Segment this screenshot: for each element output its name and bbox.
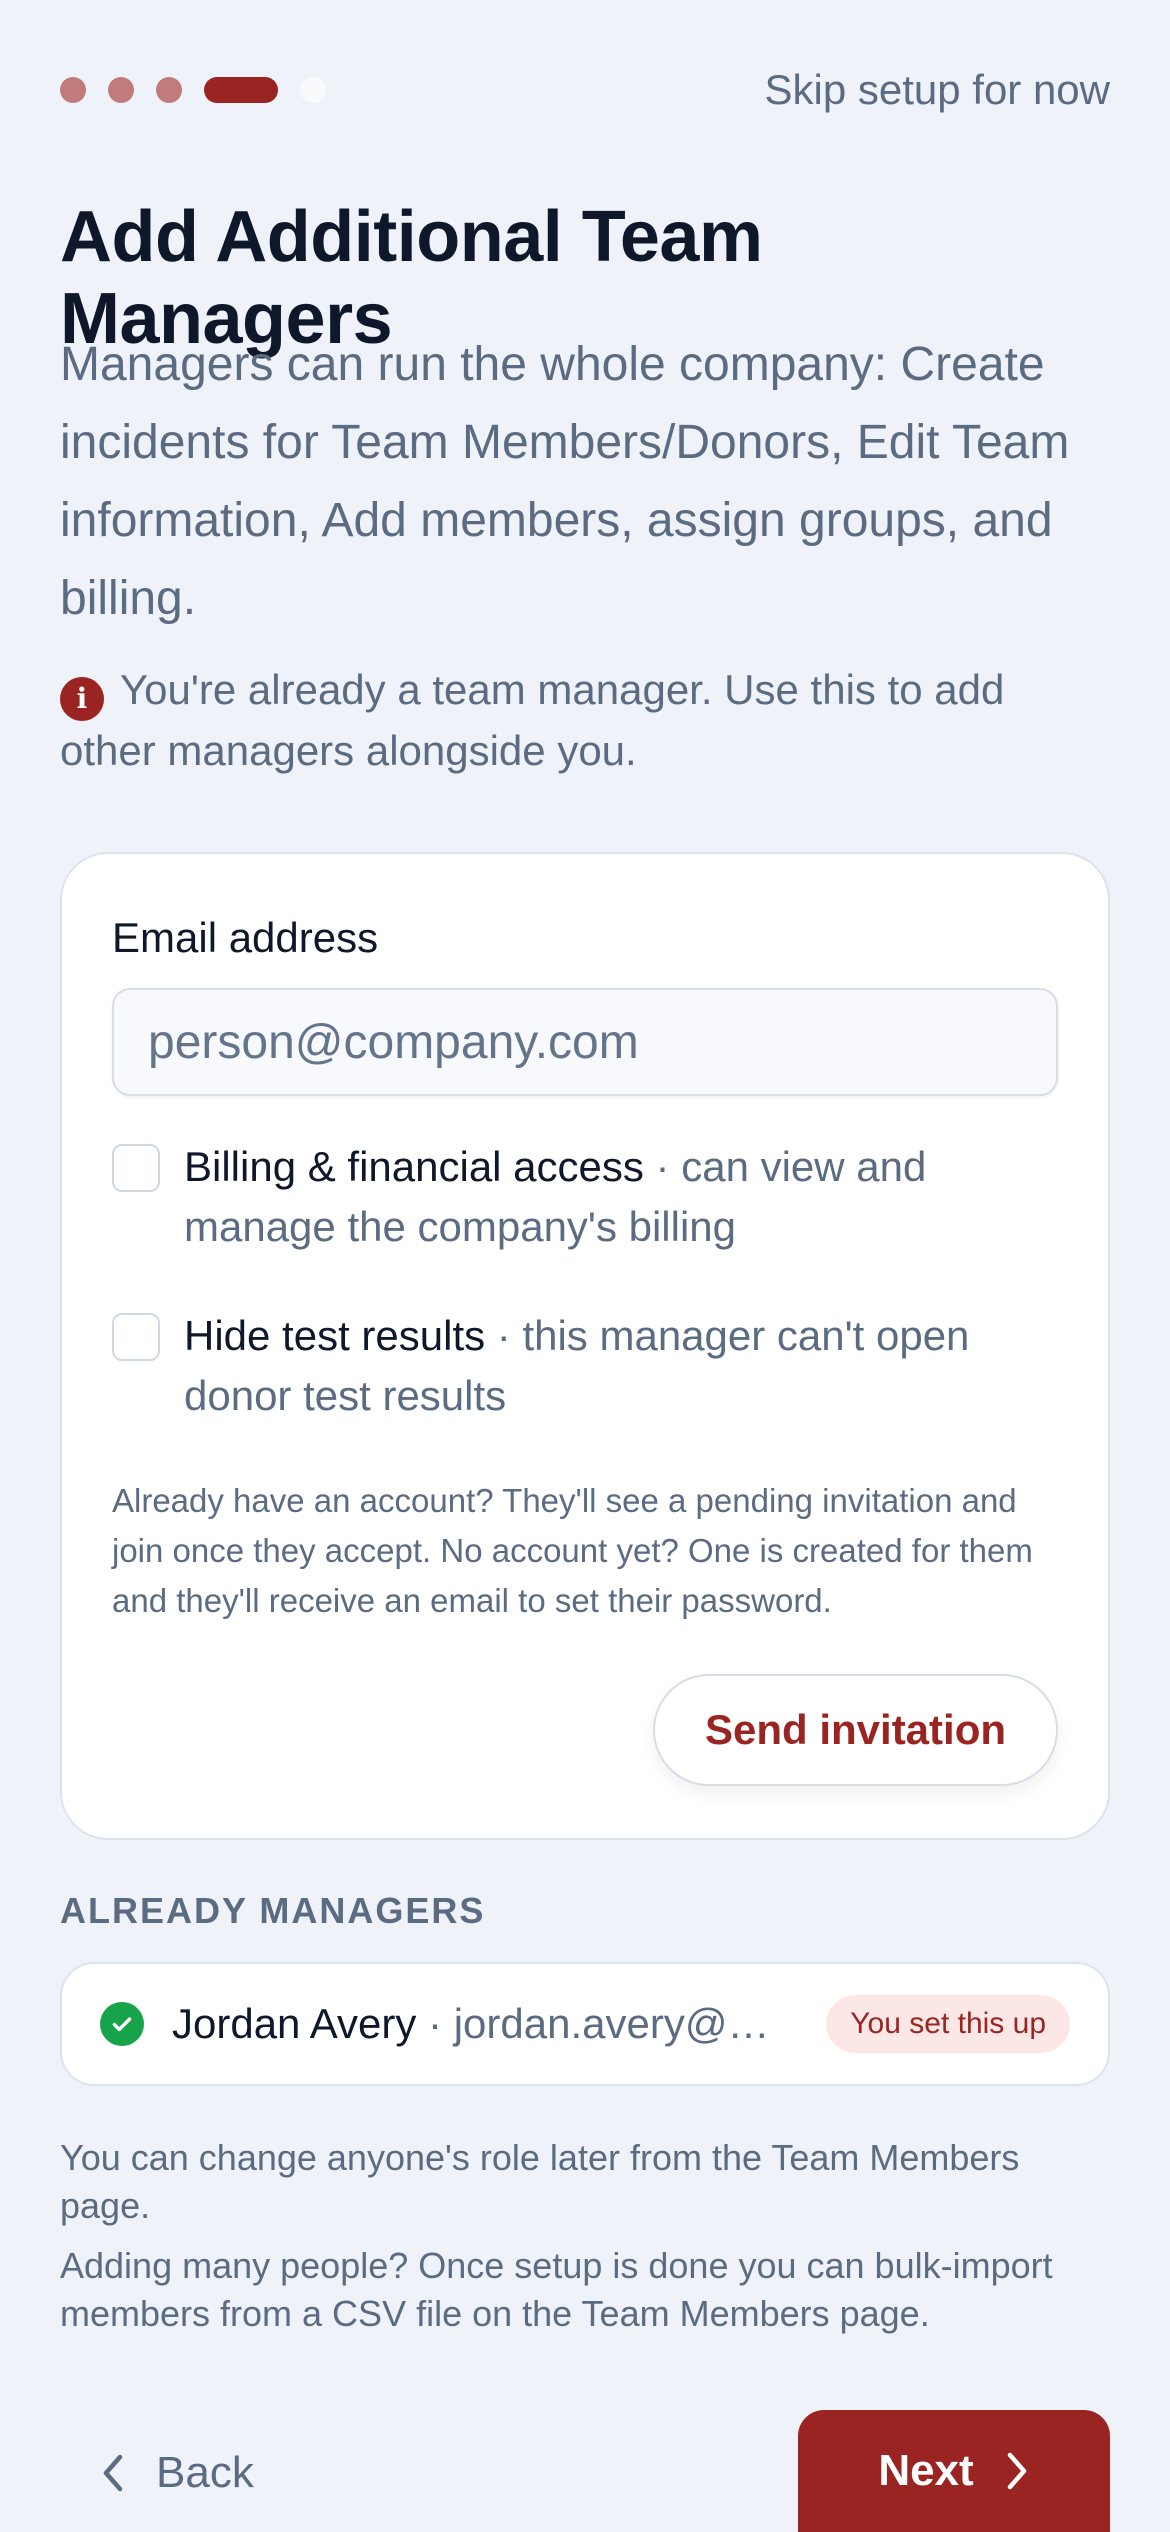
send-row: Send invitation — [112, 1674, 1058, 1786]
next-button[interactable]: Next — [798, 2410, 1110, 2532]
hide-results-checkbox[interactable] — [112, 1313, 160, 1361]
manager-email: · jordan.avery@… — [416, 2000, 770, 2047]
send-invitation-button[interactable]: Send invitation — [652, 1674, 1058, 1786]
billing-access-label: Billing & financial access · can view an… — [184, 1137, 1058, 1257]
help-text: You can change anyone's role later from … — [60, 2134, 1110, 2338]
back-label: Back — [156, 2448, 254, 2497]
manager-name: Jordan Avery — [172, 2000, 417, 2047]
manager-info: Jordan Avery · jordan.avery@… — [172, 2000, 802, 2048]
setup-page: Skip setup for now Add Additional Team M… — [0, 0, 1170, 2532]
email-label: Email address — [112, 914, 379, 961]
billing-access-title: Billing & financial access — [184, 1143, 644, 1190]
bulk-import-hint: Adding many people? Once setup is done y… — [60, 2245, 1053, 2334]
top-bar: Skip setup for now — [60, 60, 1110, 120]
step-dot-complete — [156, 77, 182, 103]
step-dot-complete — [108, 77, 134, 103]
invite-card: Email address Billing & financial access… — [60, 852, 1110, 1840]
manager-list-item: Jordan Avery · jordan.avery@… You set th… — [60, 1962, 1110, 2086]
status-badge: You set this up — [826, 1995, 1070, 2053]
info-icon: i — [60, 677, 104, 721]
back-button[interactable]: Back — [100, 2418, 254, 2528]
role-change-hint: You can change anyone's role later from … — [60, 2137, 1020, 2226]
hide-results-label: Hide test results · this manager can't o… — [184, 1306, 1058, 1426]
info-note-text: You're already a team manager. Use this … — [60, 666, 1005, 774]
chevron-right-icon — [1007, 2452, 1026, 2490]
chevron-left-icon — [103, 2454, 123, 2492]
hide-results-option[interactable]: Hide test results · this manager can't o… — [112, 1312, 1058, 1426]
check-circle-icon — [100, 2002, 144, 2046]
skip-setup-link[interactable]: Skip setup for now — [764, 66, 1110, 114]
billing-access-option[interactable]: Billing & financial access · can view an… — [112, 1143, 1058, 1257]
invitation-fineprint: Already have an account? They'll see a p… — [112, 1482, 1033, 1619]
hide-results-title: Hide test results — [184, 1312, 486, 1359]
next-label: Next — [878, 2446, 974, 2495]
step-dot-upcoming — [300, 77, 326, 103]
step-dot-current — [204, 77, 278, 103]
email-field[interactable] — [112, 988, 1058, 1096]
step-progress — [60, 77, 326, 103]
page-description: Managers can run the whole company: Crea… — [60, 338, 1070, 625]
billing-access-checkbox[interactable] — [112, 1144, 160, 1192]
already-managers-heading: ALREADY MANAGERS — [60, 1890, 486, 1931]
info-note: i You're already a team manager. Use this… — [60, 660, 1110, 781]
step-dot-complete — [60, 77, 86, 103]
